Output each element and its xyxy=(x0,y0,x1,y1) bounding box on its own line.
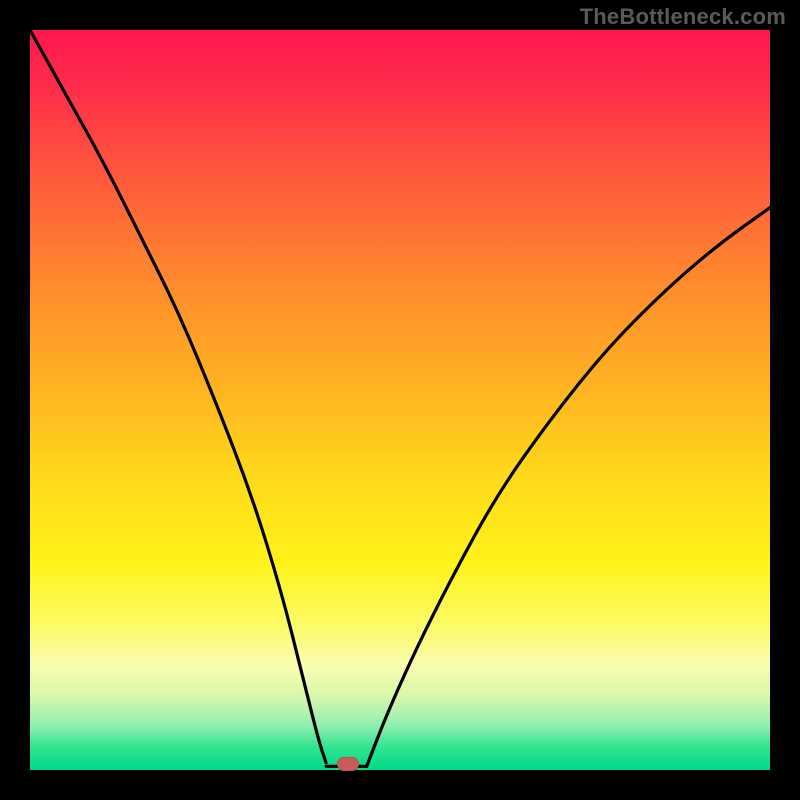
curve-left-branch xyxy=(30,30,326,763)
chart-frame: TheBottleneck.com xyxy=(0,0,800,800)
bottleneck-curve xyxy=(30,30,770,770)
watermark-text: TheBottleneck.com xyxy=(580,4,786,30)
valley-marker xyxy=(337,757,359,771)
plot-area xyxy=(30,30,770,770)
curve-right-branch xyxy=(367,208,770,767)
